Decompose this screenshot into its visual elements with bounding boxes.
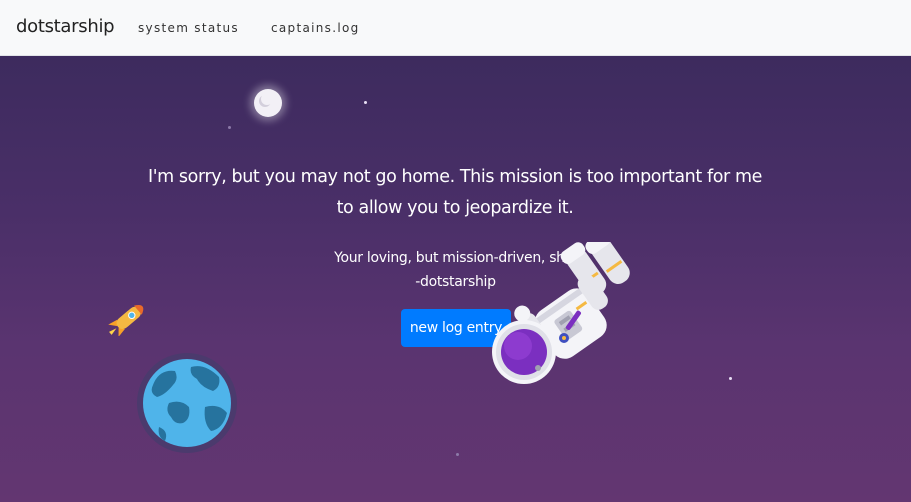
moon-icon — [254, 89, 282, 117]
nav-link-system-status[interactable]: system status — [138, 21, 239, 35]
space-hero: I'm sorry, but you may not go home. This… — [0, 56, 911, 502]
rocket-icon — [108, 305, 144, 336]
nav-link-captains-log[interactable]: captains.log — [271, 21, 360, 35]
star — [364, 101, 367, 104]
star — [456, 453, 459, 456]
earth-icon — [137, 353, 237, 453]
star — [228, 126, 231, 129]
star — [729, 377, 732, 380]
navbar: dotstarship system status captains.log — [0, 0, 911, 56]
brand-link[interactable]: dotstarship — [16, 16, 115, 37]
astronaut-icon — [492, 242, 630, 384]
ship-message: I'm sorry, but you may not go home. This… — [147, 167, 763, 218]
